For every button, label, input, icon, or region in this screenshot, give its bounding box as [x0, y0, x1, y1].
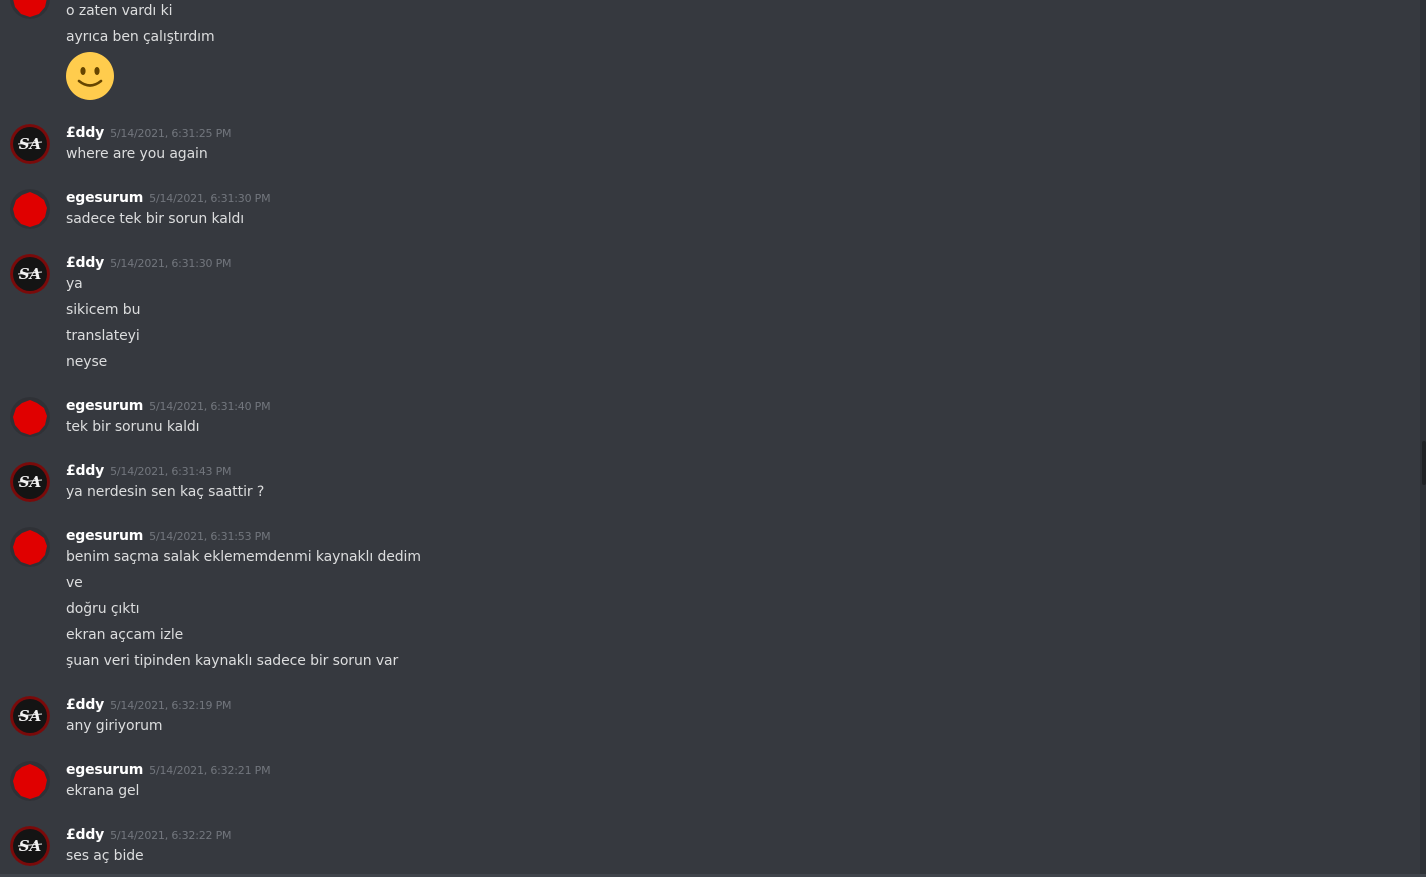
timestamp: 5/14/2021, 6:32:22 PM — [110, 829, 232, 842]
username[interactable]: £ddy — [66, 827, 104, 843]
message-header: £ddy 5/14/2021, 6:32:22 PM — [66, 824, 232, 844]
message-line: ayrıca ben çalıştırdım — [66, 29, 215, 45]
message-line: ekrana gel — [66, 783, 140, 799]
timestamp: 5/14/2021, 6:31:30 PM — [110, 257, 232, 270]
message-line: any giriyorum — [66, 718, 163, 734]
red-blob-avatar[interactable] — [10, 397, 50, 437]
timestamp: 5/14/2021, 6:31:25 PM — [110, 127, 232, 140]
message-header: egesurum 5/14/2021, 6:31:40 PM — [66, 395, 271, 415]
message-line: tek bir sorunu kaldı — [66, 419, 200, 435]
red-blob-avatar[interactable] — [10, 189, 50, 229]
red-blob-avatar[interactable] — [10, 0, 50, 19]
username[interactable]: £ddy — [66, 125, 104, 141]
message-line: neyse — [66, 354, 108, 370]
message-line: where are you again — [66, 146, 208, 162]
sa-logo-avatar[interactable]: SA — [10, 462, 50, 502]
red-blob-avatar[interactable] — [10, 527, 50, 567]
message-line: sadece tek bir sorun kaldı — [66, 211, 245, 227]
sa-logo-avatar[interactable]: SA — [10, 696, 50, 736]
timestamp: 5/14/2021, 6:31:40 PM — [149, 400, 271, 413]
scrollbar-thumb[interactable] — [1422, 441, 1426, 485]
message-header: £ddy 5/14/2021, 6:31:25 PM — [66, 122, 232, 142]
timestamp: 5/14/2021, 6:31:43 PM — [110, 465, 232, 478]
timestamp: 5/14/2021, 6:32:19 PM — [110, 699, 232, 712]
red-blob-avatar[interactable] — [10, 761, 50, 801]
username[interactable]: £ddy — [66, 255, 104, 271]
username[interactable]: egesurum — [66, 190, 143, 206]
message-line: ya — [66, 276, 83, 292]
message-header: egesurum 5/14/2021, 6:31:53 PM — [66, 525, 271, 545]
message-line: ya nerdesin sen kaç saattir ? — [66, 484, 265, 500]
message-line: translateyi — [66, 328, 140, 344]
username[interactable]: egesurum — [66, 398, 143, 414]
username[interactable]: egesurum — [66, 528, 143, 544]
timestamp: 5/14/2021, 6:31:30 PM — [149, 192, 271, 205]
message-header: £ddy 5/14/2021, 6:31:43 PM — [66, 460, 232, 480]
scrollbar-track[interactable] — [1420, 0, 1426, 877]
message-line: ekran açcam izle — [66, 627, 184, 643]
username[interactable]: £ddy — [66, 463, 104, 479]
timestamp: 5/14/2021, 6:31:53 PM — [149, 530, 271, 543]
message-line: sikicem bu — [66, 302, 141, 318]
message-header: £ddy 5/14/2021, 6:31:30 PM — [66, 252, 232, 272]
message-header: egesurum 5/14/2021, 6:31:30 PM — [66, 187, 271, 207]
sa-logo-avatar[interactable]: SA — [10, 826, 50, 866]
timestamp: 5/14/2021, 6:32:21 PM — [149, 764, 271, 777]
message-line: o zaten vardı ki — [66, 3, 173, 19]
username[interactable]: egesurum — [66, 762, 143, 778]
message-line: benim saçma salak eklememdenmi kaynaklı … — [66, 549, 421, 565]
message-line: ses aç bide — [66, 848, 144, 864]
chat-messages-area[interactable]: o zaten vardı ki ayrıca ben çalıştırdım … — [0, 0, 1420, 877]
sa-logo-avatar[interactable]: SA — [10, 124, 50, 164]
message-header: £ddy 5/14/2021, 6:32:19 PM — [66, 694, 232, 714]
message-header: egesurum 5/14/2021, 6:32:21 PM — [66, 759, 271, 779]
message-line: doğru çıktı — [66, 601, 140, 617]
sa-logo-avatar[interactable]: SA — [10, 254, 50, 294]
message-line: ve — [66, 575, 83, 591]
message-line: şuan veri tipinden kaynaklı sadece bir s… — [66, 653, 399, 669]
username[interactable]: £ddy — [66, 697, 104, 713]
slightly-smiling-face-icon[interactable] — [66, 52, 114, 100]
